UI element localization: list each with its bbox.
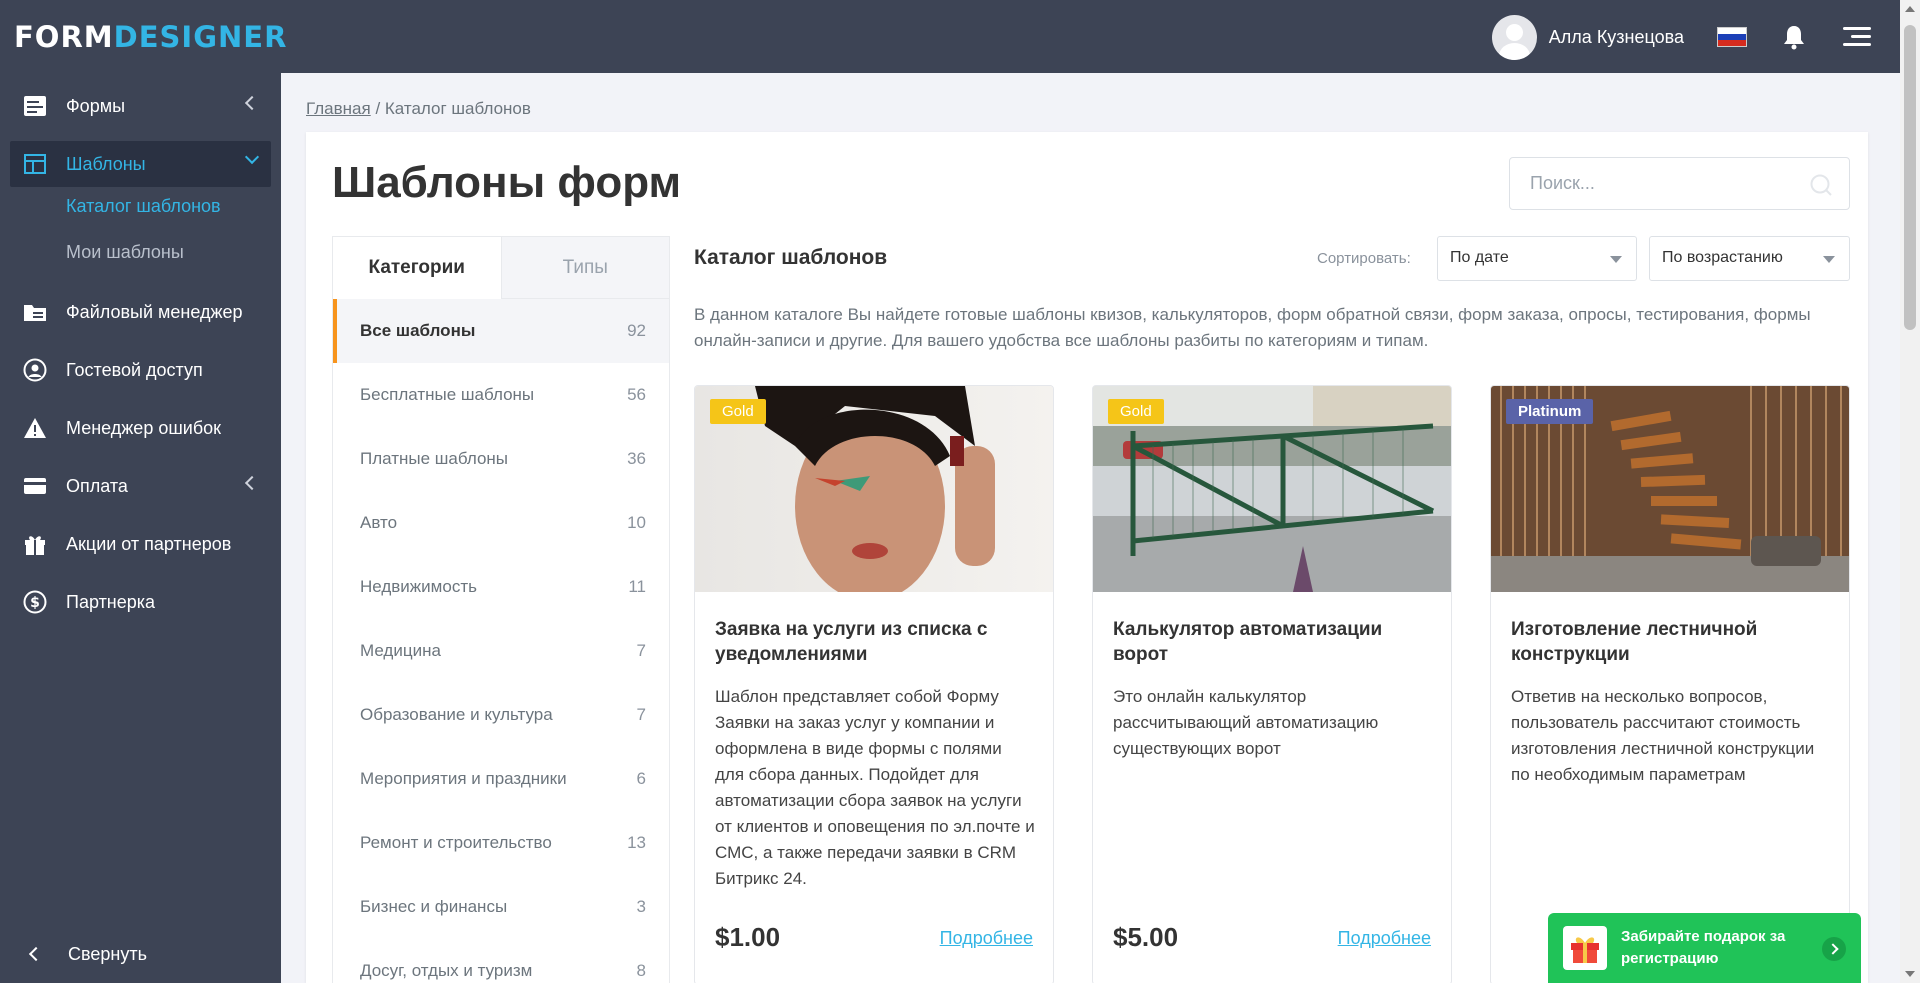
card-title[interactable]: Калькулятор автоматизации ворот xyxy=(1113,617,1433,667)
category-item[interactable]: Платные шаблоны 36 xyxy=(333,427,669,491)
scroll-down-icon[interactable] xyxy=(1905,971,1915,977)
category-item[interactable]: Бизнес и финансы 3 xyxy=(333,875,669,939)
sidebar-subitem-my-templates[interactable]: Мои шаблоны xyxy=(66,242,184,263)
search-icon[interactable] xyxy=(1809,173,1833,197)
svg-text:$: $ xyxy=(30,595,40,611)
sort-order-select[interactable]: По возрастанию xyxy=(1649,236,1850,281)
card-price: $1.00 xyxy=(715,922,781,952)
main-panel: Шаблоны форм Категории Типы Все шаблоны9… xyxy=(306,132,1868,983)
sidebar-item-payment[interactable]: Оплата xyxy=(10,463,271,509)
card-title[interactable]: Изготовление лестничной конструкции xyxy=(1511,617,1831,667)
sidebar-subitem-catalog[interactable]: Каталог шаблонов xyxy=(66,196,221,217)
sidebar-item-guest-access[interactable]: Гостевой доступ xyxy=(10,347,271,393)
page-title: Шаблоны форм xyxy=(332,158,682,207)
chevron-left-icon xyxy=(244,95,260,111)
card-description: Шаблон представляет собой Форму Заявки н… xyxy=(715,687,1035,888)
chevron-left-icon xyxy=(244,475,260,491)
user-name[interactable]: Алла Кузнецова xyxy=(1549,27,1684,48)
warning-icon xyxy=(22,415,48,441)
page-scrollbar[interactable] xyxy=(1900,0,1920,983)
user-menu[interactable]: Алла Кузнецова xyxy=(1491,15,1684,60)
bell-icon[interactable] xyxy=(1782,24,1806,50)
search-input[interactable] xyxy=(1510,158,1790,209)
gift-box-icon xyxy=(1563,926,1607,970)
file-manager-icon xyxy=(22,299,48,325)
sidebar-item-error-manager[interactable]: Менеджер ошибок xyxy=(10,405,271,451)
breadcrumb-current: Каталог шаблонов xyxy=(384,99,531,118)
tier-badge: Gold xyxy=(1108,399,1164,424)
gift-banner-text: Забирайте подарок за регистрацию xyxy=(1621,928,1786,967)
tab-categories[interactable]: Категории xyxy=(333,237,502,299)
breadcrumb: Главная / Каталог шаблонов xyxy=(306,99,531,118)
breadcrumb-home-link[interactable]: Главная xyxy=(306,99,371,118)
category-item[interactable]: Мероприятия и праздники 6 xyxy=(333,747,669,811)
chevron-left-icon xyxy=(28,946,44,962)
caret-down-icon xyxy=(1610,256,1622,263)
dollar-icon: $ xyxy=(22,589,48,615)
template-image[interactable]: Gold xyxy=(695,386,1053,592)
template-image[interactable]: Gold xyxy=(1093,386,1451,592)
details-link[interactable]: Подробнее xyxy=(940,928,1033,949)
gift-icon xyxy=(22,531,48,557)
top-bar: FORMDESIGNER Алла Кузнецова xyxy=(0,0,1900,73)
tier-badge: Platinum xyxy=(1506,399,1594,424)
templates-icon xyxy=(22,151,48,177)
scroll-up-icon[interactable] xyxy=(1905,6,1915,12)
card-title[interactable]: Заявка на услуги из списка с уведомления… xyxy=(715,617,1035,667)
sort-by-select[interactable]: По дате xyxy=(1437,236,1637,281)
search-box xyxy=(1509,157,1850,210)
catalog-intro: В данном каталоге Вы найдете готовые шаб… xyxy=(694,305,1811,350)
sidebar-item-forms[interactable]: Формы xyxy=(10,83,271,129)
collapse-sidebar-button[interactable]: Свернуть xyxy=(0,931,281,977)
template-card[interactable]: Gold Заявка на услуги из списка с уведом… xyxy=(694,385,1054,983)
card-price: $5.00 xyxy=(1113,922,1179,952)
category-item[interactable]: Досуг, отдых и туризм 8 xyxy=(333,939,669,983)
categories-panel: Категории Типы Все шаблоны 92 Бесплатные … xyxy=(332,236,670,983)
chevron-down-icon xyxy=(244,149,260,165)
card-description: Ответив на несколько вопросов, пользоват… xyxy=(1511,687,1815,784)
category-item[interactable]: Бесплатные шаблоны 56 xyxy=(333,363,669,427)
gift-banner[interactable]: Забирайте подарок за регистрацию xyxy=(1548,913,1861,983)
category-item[interactable]: Все шаблоны 92 xyxy=(333,299,669,363)
sidebar-item-file-manager[interactable]: Файловый менеджер xyxy=(10,289,271,335)
details-link[interactable]: Подробнее xyxy=(1338,928,1431,949)
template-image[interactable]: Platinum xyxy=(1491,386,1849,592)
caret-down-icon xyxy=(1823,256,1835,263)
card-description: Это онлайн калькулятор рассчитывающий ав… xyxy=(1113,687,1379,758)
sidebar: Формы Шаблоны Каталог шаблонов Мои шабло… xyxy=(0,73,281,983)
sidebar-item-partner-promos[interactable]: Акции от партнеров xyxy=(10,521,271,567)
template-card[interactable]: Gold Калькулятор автоматизации ворот Это… xyxy=(1092,385,1452,983)
tier-badge: Gold xyxy=(710,399,766,424)
logo[interactable]: FORMDESIGNER xyxy=(14,20,287,54)
forms-icon xyxy=(22,93,48,119)
category-item[interactable]: Недвижимость 11 xyxy=(333,555,669,619)
catalog-title: Каталог шаблонов xyxy=(694,246,888,269)
category-item[interactable]: Образование и культура 7 xyxy=(333,683,669,747)
category-item[interactable]: Ремонт и строительство 13 xyxy=(333,811,669,875)
category-item[interactable]: Авто 10 xyxy=(333,491,669,555)
card-icon xyxy=(22,473,48,499)
sidebar-item-templates[interactable]: Шаблоны xyxy=(10,141,271,187)
menu-burger-icon[interactable] xyxy=(1843,27,1871,47)
category-tabs: Категории Типы xyxy=(333,237,669,299)
sidebar-item-affiliate[interactable]: $ Партнерка xyxy=(10,579,271,625)
template-card[interactable]: Platinum Изготовление лестничной констру… xyxy=(1490,385,1850,983)
chevron-right-icon[interactable] xyxy=(1822,937,1846,961)
guest-icon xyxy=(22,357,48,383)
tab-types[interactable]: Типы xyxy=(501,237,669,299)
language-flag-icon[interactable] xyxy=(1717,27,1747,47)
category-item[interactable]: Медицина 7 xyxy=(333,619,669,683)
scrollbar-thumb[interactable] xyxy=(1904,25,1916,330)
avatar[interactable] xyxy=(1491,15,1537,60)
sort-label: Сортировать: xyxy=(1317,250,1411,267)
